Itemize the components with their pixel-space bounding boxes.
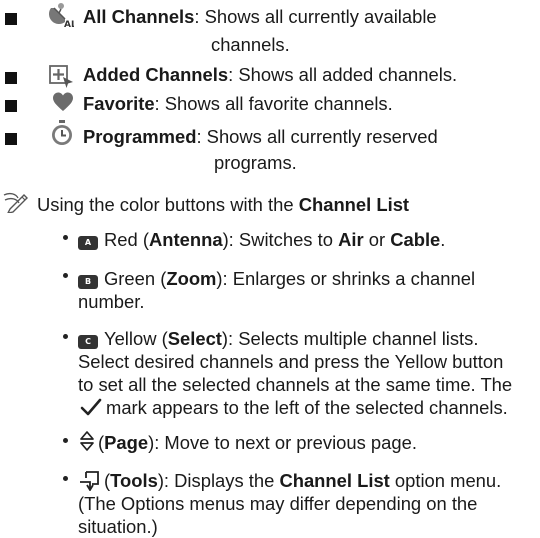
list-item-green-button: B Green (Zoom): Enlarges or shrinks a cha… [78,267,475,290]
svg-text:ALL: ALL [64,20,74,28]
list-item-cont: number. [78,291,145,312]
channel-list-term: Channel List [298,194,410,215]
checkmark-icon [80,397,102,417]
list-item-page: (Page): Move to next or previous page. [98,432,417,453]
note-text: Using the color buttons with the Channel… [37,194,410,215]
list-item-cont: mark appears to the left of the selected… [106,397,508,418]
tools-icon [78,469,100,491]
all-channels-icon: ALL [48,2,74,28]
mode-item-added-channels: Added Channels: Shows all added channels… [83,63,457,86]
bullet-dot [63,476,68,481]
green-button-icon: B [78,275,98,289]
list-item-cont: (The Options menus may differ depending … [78,493,478,514]
bullet-dot [63,334,68,339]
mode-desc-cont: programs. [214,152,297,173]
mode-desc: : Shows all added channels. [228,64,458,85]
bullet-dot [63,438,68,443]
mode-name: Added Channels [83,64,229,85]
red-button-icon: A [78,236,98,250]
list-item-cont: Select desired channels and press the Ye… [78,351,504,372]
heart-icon [52,91,76,115]
mode-desc-cont: channels. [211,34,290,55]
timer-icon [50,120,74,145]
mode-name: All Channels [83,6,195,27]
mode-item-programmed: Programmed: Shows all currently reserved [83,125,438,148]
list-item-tools: (Tools): Displays the Channel List optio… [104,470,502,491]
list-item-cont: to set all the selected channels at the … [78,374,513,395]
note-pencil-icon [2,191,30,215]
bullet-square [5,13,17,25]
mode-name: Favorite [83,93,155,114]
mode-name: Programmed [83,126,197,147]
mode-desc: : Shows all currently available [194,6,437,27]
bullet-dot [63,273,68,278]
list-item-red-button: A Red (Antenna): Switches to Air or Cable… [78,228,445,251]
mode-item-all-channels: All Channels: Shows all currently availa… [83,5,437,28]
bullet-square [5,133,17,145]
mode-desc: : Shows all currently reserved [196,126,438,147]
bullet-square [5,100,17,112]
bullet-dot [63,235,68,240]
yellow-button-icon: C [78,335,98,349]
added-channels-icon [49,63,73,88]
mode-item-favorite: Favorite: Shows all favorite channels. [83,92,393,115]
bullet-square [5,72,17,84]
page-up-down-icon [79,430,95,452]
list-item-yellow-button: C Yellow (Select): Selects multiple chann… [78,327,478,350]
mode-desc: : Shows all favorite channels. [154,93,393,114]
